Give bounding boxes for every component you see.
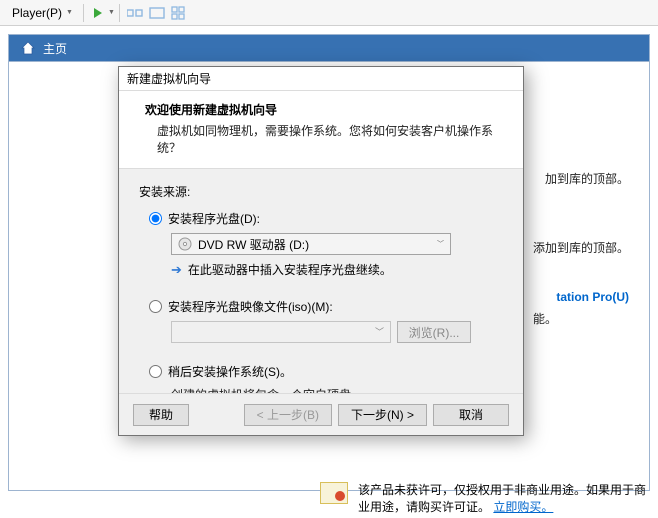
buy-now-link[interactable]: 立即购买。 [493,500,553,514]
cancel-button[interactable]: 取消 [433,404,509,426]
player-menu[interactable]: Player(P) ▼ [6,4,79,22]
tab-home-label: 主页 [43,40,67,57]
tab-home[interactable]: 主页 [9,35,77,61]
unity-button[interactable] [168,3,188,23]
dialog-title: 新建虚拟机向导 [127,70,211,87]
tab-bar: 主页 [8,34,650,61]
dialog-titlebar[interactable]: 新建虚拟机向导 [119,67,523,91]
iso-path-input[interactable]: ﹀ [171,321,391,343]
menubar: Player(P) ▼ ▼ [0,0,658,26]
dialog-header-title: 欢迎使用新建虚拟机向导 [145,101,507,118]
dialog-body: 安装来源: 安装程序光盘(D): DVD RW 驱动器 (D:) ﹀ ➔ 在此驱… [119,169,523,417]
license-bar: 该产品未获许可，仅授权用于非商业用途。如果用于商业用途，请购买许可证。 立即购买… [320,482,650,516]
radio-iso-file-input[interactable] [149,300,162,313]
back-button[interactable]: < 上一步(B) [244,404,332,426]
dialog-button-bar: 帮助 < 上一步(B) 下一步(N) > 取消 [119,393,523,435]
dropdown-arrow-icon: ▼ [108,9,115,16]
help-button[interactable]: 帮助 [133,404,189,426]
browse-button[interactable]: 浏览(R)... [397,321,471,343]
separator [119,4,120,22]
insert-disc-hint: ➔ 在此驱动器中插入安装程序光盘继续。 [171,261,503,278]
play-button[interactable] [88,3,108,23]
player-menu-label: Player(P) [12,6,62,20]
radio-installer-disc-input[interactable] [149,212,162,225]
disc-icon [178,237,192,251]
dialog-header-desc: 虚拟机如同物理机，需要操作系统。您将如何安装客户机操作系统？ [145,122,507,156]
bg-text-fragment: tation Pro(U) [556,290,629,304]
bg-text-fragment: 加到库的顶部。 [545,170,629,187]
drive-select[interactable]: DVD RW 驱动器 (D:) ﹀ [171,233,451,255]
drive-select-text: DVD RW 驱动器 (D:) [198,236,309,253]
arrow-right-icon: ➔ [171,262,182,278]
radio-install-later-input[interactable] [149,365,162,378]
home-icon [19,39,37,57]
iso-row: ﹀ 浏览(R)... [171,321,503,343]
radio-group: 安装程序光盘(D): DVD RW 驱动器 (D:) ﹀ ➔ 在此驱动器中插入安… [149,210,503,403]
new-vm-wizard-dialog: 新建虚拟机向导 欢迎使用新建虚拟机向导 虚拟机如同物理机，需要操作系统。您将如何… [118,66,524,436]
fullscreen-button[interactable] [146,3,168,23]
dropdown-arrow-icon: ▼ [66,9,73,16]
radio-install-later[interactable]: 稍后安装操作系统(S)。 [149,363,503,380]
hint-text: 在此驱动器中插入安装程序光盘继续。 [188,261,392,278]
bg-text-fragment: 添加到库的顶部。 [533,239,629,256]
separator [83,4,84,22]
bg-text-fragment: 能。 [533,310,557,327]
send-ctrl-alt-del-button[interactable] [124,3,146,23]
radio-install-later-label: 稍后安装操作系统(S)。 [168,363,292,380]
chevron-down-icon: ﹀ [437,239,444,249]
license-text: 该产品未获许可，仅授权用于非商业用途。如果用于商业用途，请购买许可证。 立即购买… [358,482,650,516]
next-button[interactable]: 下一步(N) > [338,404,427,426]
certificate-icon [320,482,348,504]
radio-installer-disc-label: 安装程序光盘(D): [168,210,260,227]
source-label: 安装来源: [139,183,503,200]
radio-iso-file-label: 安装程序光盘映像文件(iso)(M): [168,298,333,315]
radio-iso-file[interactable]: 安装程序光盘映像文件(iso)(M): [149,298,503,315]
chevron-down-icon: ﹀ [375,322,390,338]
dialog-header: 欢迎使用新建虚拟机向导 虚拟机如同物理机，需要操作系统。您将如何安装客户机操作系… [119,91,523,169]
radio-installer-disc[interactable]: 安装程序光盘(D): [149,210,503,227]
